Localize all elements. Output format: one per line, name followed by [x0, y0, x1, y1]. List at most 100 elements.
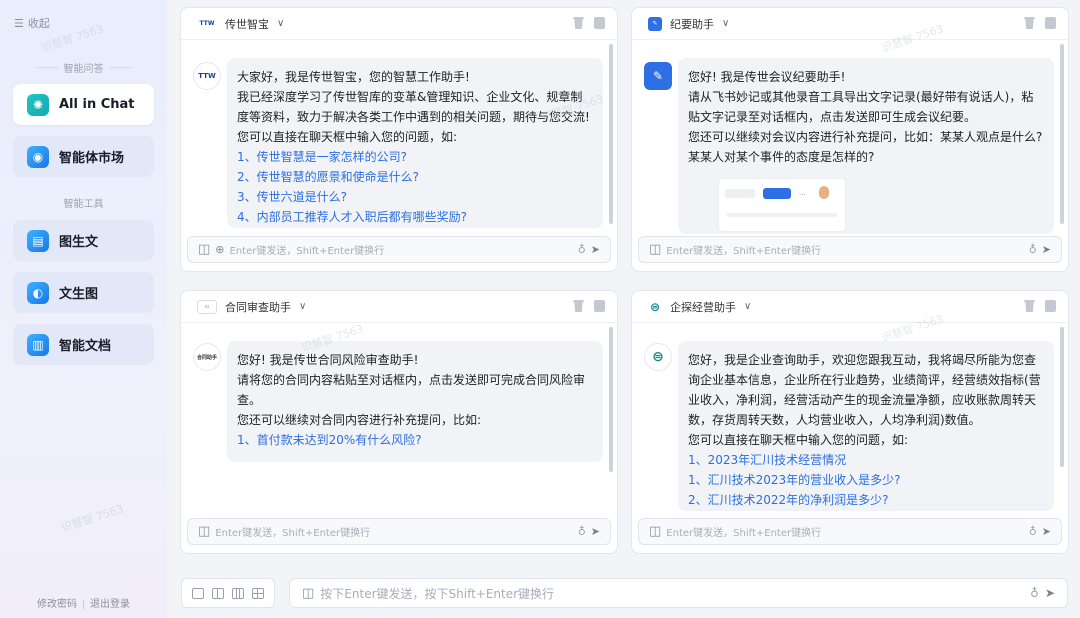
- panel-header: ✎ 纪要助手 ∨: [632, 8, 1068, 40]
- minutes-avatar-icon: ✎: [644, 62, 672, 90]
- microphone-icon[interactable]: ♁: [1029, 525, 1037, 538]
- suggested-question[interactable]: 1、2023年汇川技术经营情况: [688, 450, 1044, 470]
- book-icon[interactable]: ◫: [649, 524, 661, 539]
- microphone-icon[interactable]: ♁: [578, 525, 586, 538]
- message-line: 您好! 我是传世会议纪要助手!: [688, 70, 846, 84]
- notebook-icon[interactable]: [1045, 17, 1056, 29]
- layout-switcher: [181, 578, 275, 608]
- section-title-tools: 智能工具: [63, 199, 104, 210]
- menu-collapse-icon: ☰: [14, 16, 24, 30]
- sidebar-item-label: 图生文: [59, 235, 99, 250]
- document-icon: ▥: [27, 333, 49, 356]
- main-chat-input[interactable]: ◫ 按下Enter键发送，按下Shift+Enter键换行 ♁ ➤: [289, 578, 1068, 608]
- chat-panel-minutes: ✎ 纪要助手 ∨ ✎ 您好! 我是传世会议纪要助手! 请从飞书妙记或其他录音工具…: [631, 7, 1069, 272]
- book-icon[interactable]: ◫: [198, 524, 210, 539]
- trash-icon[interactable]: [1024, 17, 1035, 29]
- message-bubble: 您好! 我是传世合同风险审查助手! 请将您的合同内容粘贴至对话框内，点击发送即可…: [227, 341, 603, 462]
- panel-title[interactable]: 传世智宝: [225, 16, 269, 32]
- chat-panel-chuanshi: TTW 传世智宝 ∨ TTW 大家好，我是传世智宝，您的智慧工作助手! 我已经深…: [180, 7, 618, 272]
- trash-icon[interactable]: [1024, 300, 1035, 312]
- panel-title[interactable]: 纪要助手: [670, 16, 714, 32]
- suggested-question[interactable]: 1、首付款未达到20%有什么风险?: [237, 430, 593, 450]
- sidebar-item-agent-market[interactable]: ◉ 智能体市场: [13, 136, 154, 177]
- send-icon[interactable]: ➤: [591, 243, 600, 256]
- change-password-link[interactable]: 修改密码: [37, 599, 77, 610]
- panel-chat-input[interactable]: ◫ Enter键发送，Shift+Enter键换行 ♁ ➤: [638, 236, 1062, 263]
- sidebar-footer: 修改密码 退出登录: [0, 595, 167, 610]
- suggested-question[interactable]: 3、传世六道是什么?: [237, 187, 593, 207]
- scrollbar[interactable]: [1060, 327, 1064, 467]
- sidebar-item-label: 智能体市场: [59, 151, 125, 166]
- message-line: 大家好，我是传世智宝，您的智慧工作助手!: [237, 70, 470, 84]
- sidebar-item-image-to-text[interactable]: ▤ 图生文: [13, 220, 154, 261]
- chevron-down-icon[interactable]: ∨: [277, 18, 284, 29]
- send-icon[interactable]: ➤: [1042, 525, 1051, 538]
- panel-header: ▭ 合同审查助手 ∨: [181, 291, 617, 323]
- suggested-question[interactable]: 2、传世智慧的愿景和使命是什么?: [237, 167, 593, 187]
- message-line: 您可以直接在聊天框中输入您的问题，如:: [688, 433, 909, 447]
- notebook-icon[interactable]: [1045, 300, 1056, 312]
- layout-single-icon[interactable]: [192, 587, 204, 599]
- sidebar-item-smart-doc[interactable]: ▥ 智能文档: [13, 324, 154, 365]
- message-bubble: 您好，我是企业查询助手，欢迎您跟我互动，我将竭尽所能为您查询企业基本信息，企业所…: [678, 341, 1054, 511]
- chat-panel-enterprise: ⊜ 企探经营助手 ∨ ⊜ 您好，我是企业查询助手，欢迎您跟我互动，我将竭尽所能为…: [631, 290, 1069, 554]
- note-icon: ✎: [648, 16, 662, 31]
- layout-three-icon[interactable]: [232, 587, 244, 599]
- enterprise-logo-icon: ⊜: [649, 299, 661, 314]
- notebook-icon[interactable]: [594, 17, 605, 29]
- scrollbar[interactable]: [1060, 44, 1064, 224]
- sidebar-item-all-in-chat[interactable]: ✺ All in Chat: [13, 84, 154, 125]
- book-icon[interactable]: ◫: [198, 242, 210, 257]
- chevron-down-icon[interactable]: ∨: [722, 18, 729, 29]
- chat-panel-contract: ▭ 合同审查助手 ∨ 合同助手 您好! 我是传世合同风险审查助手! 请将您的合同…: [180, 290, 618, 554]
- mini-avatar: [819, 186, 829, 199]
- chevron-down-icon[interactable]: ∨: [299, 301, 306, 312]
- send-icon[interactable]: ➤: [1042, 243, 1051, 256]
- image-card-icon: ▤: [27, 229, 49, 252]
- mini-tab: [725, 189, 755, 198]
- collapse-label: 收起: [27, 17, 50, 30]
- send-icon[interactable]: ➤: [591, 525, 600, 538]
- book-icon[interactable]: ◫: [302, 586, 314, 601]
- example-screenshot: ···: [718, 178, 846, 232]
- suggested-question[interactable]: 4、内部员工推荐人才入职后都有哪些奖励?: [237, 207, 593, 227]
- microphone-icon[interactable]: ♁: [578, 243, 586, 256]
- trash-icon[interactable]: [573, 17, 584, 29]
- book-icon[interactable]: ◫: [649, 242, 661, 257]
- input-placeholder: Enter键发送，Shift+Enter键换行: [229, 246, 385, 257]
- panel-title[interactable]: 企探经营助手: [670, 299, 736, 315]
- enterprise-avatar-icon: ⊜: [644, 343, 672, 371]
- mini-share-button: [763, 188, 791, 199]
- robot-icon: ◉: [27, 145, 49, 168]
- panel-title[interactable]: 合同审查助手: [225, 299, 291, 315]
- suggested-question[interactable]: 1、汇川技术2023年的营业收入是多少?: [688, 470, 1044, 490]
- message-line: 请将您的合同内容粘贴至对话框内，点击发送即可完成合同风险审查。: [237, 373, 586, 407]
- chevron-down-icon[interactable]: ∨: [744, 301, 751, 312]
- panel-chat-input[interactable]: ◫ Enter键发送，Shift+Enter键换行 ♁ ➤: [638, 518, 1062, 545]
- logout-link[interactable]: 退出登录: [90, 599, 130, 610]
- message-bubble: 大家好，我是传世智宝，您的智慧工作助手! 我已经深度学习了传世智库的变革&管理知…: [227, 58, 603, 228]
- mini-more-icon: ···: [799, 191, 806, 199]
- microphone-icon[interactable]: ♁: [1029, 243, 1037, 256]
- sidebar-item-text-to-image[interactable]: ◐ 文生图: [13, 272, 154, 313]
- input-placeholder: Enter键发送，Shift+Enter键换行: [666, 528, 822, 539]
- message-line: 您好! 我是传世合同风险审查助手!: [237, 353, 419, 367]
- collapse-button[interactable]: ☰ 收起: [14, 15, 50, 31]
- message-line: 我已经深度学习了传世智库的变革&管理知识、企业文化、规章制度等资料，致力于解决各…: [237, 90, 590, 124]
- microphone-icon[interactable]: ♁: [1030, 586, 1039, 600]
- scrollbar[interactable]: [609, 327, 613, 472]
- panel-chat-input[interactable]: ◫ ⊕ Enter键发送，Shift+Enter键换行 ♁ ➤: [187, 236, 611, 263]
- message-line: 您还可以继续对合同内容进行补充提问，比如:: [237, 413, 482, 427]
- suggested-question[interactable]: 1、传世智慧是一家怎样的公司?: [237, 147, 593, 167]
- openai-icon: ✺: [27, 93, 49, 116]
- suggested-question[interactable]: 2、汇川技术2022年的净利润是多少?: [688, 490, 1044, 510]
- trash-icon[interactable]: [573, 300, 584, 312]
- scrollbar[interactable]: [609, 44, 613, 224]
- send-icon[interactable]: ➤: [1045, 586, 1055, 600]
- layout-two-icon[interactable]: [212, 587, 224, 599]
- sidebar-item-label: 文生图: [59, 287, 99, 302]
- globe-icon[interactable]: ⊕: [215, 243, 224, 256]
- notebook-icon[interactable]: [594, 300, 605, 312]
- layout-four-icon[interactable]: [252, 587, 264, 599]
- panel-chat-input[interactable]: ◫ Enter键发送，Shift+Enter键换行 ♁ ➤: [187, 518, 611, 545]
